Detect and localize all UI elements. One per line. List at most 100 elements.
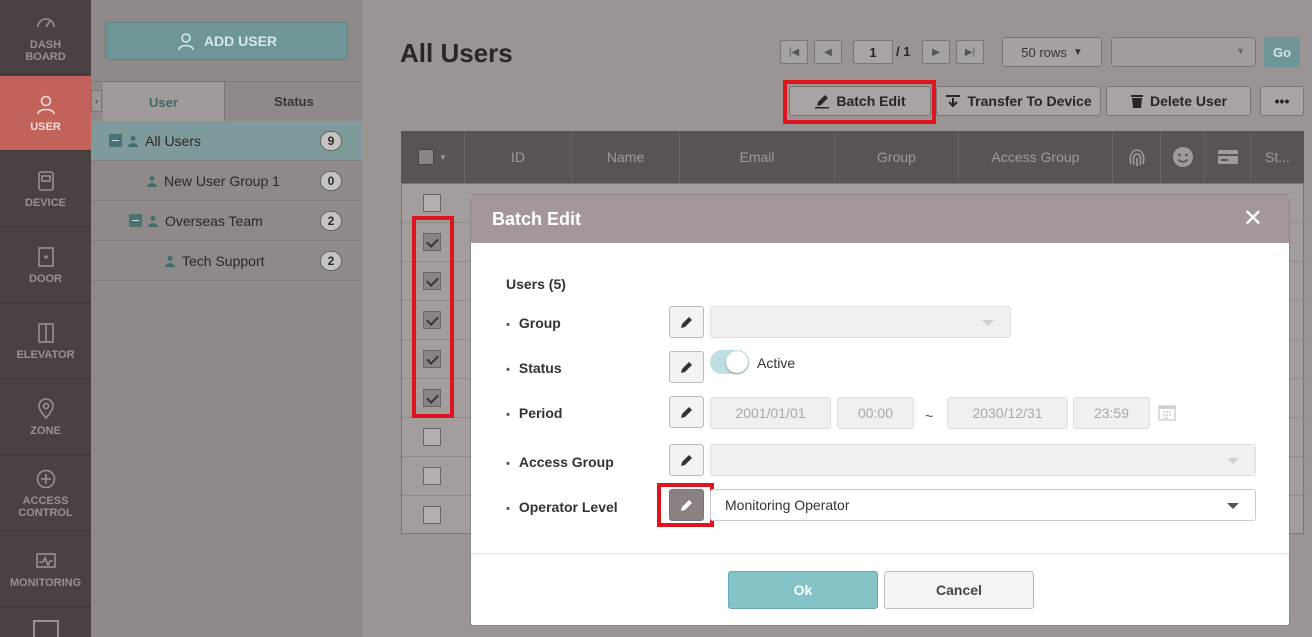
tab-user[interactable]: User xyxy=(103,82,225,122)
select-all-checkbox[interactable]: ▼ xyxy=(401,131,465,183)
ok-button[interactable]: Ok xyxy=(728,571,878,609)
user-icon xyxy=(35,94,57,116)
tab-status[interactable]: Status xyxy=(226,82,362,122)
period-start-time[interactable]: 00:00 xyxy=(837,397,914,429)
gauge-icon xyxy=(35,12,57,34)
group-item-overseas-team[interactable]: Overseas Team 2 xyxy=(91,201,362,241)
nav-door[interactable]: DOOR xyxy=(0,228,91,303)
nav-rail: DASH BOARD USER DEVICE DOOR ELEVATOR ZON… xyxy=(0,0,91,637)
nav-user[interactable]: USER xyxy=(0,76,91,151)
collapse-tree-icon[interactable] xyxy=(129,214,142,227)
panel-tabs: User Status xyxy=(91,81,362,122)
group-item-tech-support[interactable]: Tech Support 2 xyxy=(91,241,362,281)
nav-label: DEVICE xyxy=(25,196,66,209)
pencil-icon xyxy=(680,362,692,373)
fingerprint-icon[interactable] xyxy=(1113,131,1161,183)
page-number-input[interactable]: 1 xyxy=(853,40,893,64)
face-icon[interactable] xyxy=(1161,131,1205,183)
edit-period-button[interactable] xyxy=(669,396,704,428)
nav-label: ACCESS CONTROL xyxy=(18,494,73,519)
add-user-label: ADD USER xyxy=(203,33,278,49)
access-group-select[interactable] xyxy=(710,444,1256,476)
group-user-icon xyxy=(147,175,157,187)
more-actions-button[interactable]: ••• xyxy=(1260,86,1304,116)
group-item-new-user-group-1[interactable]: New User Group 1 0 xyxy=(91,161,362,201)
nav-dashboard[interactable]: DASH BOARD xyxy=(0,0,91,75)
pencil-icon xyxy=(680,317,692,328)
first-page-button[interactable]: |◀ xyxy=(780,40,808,64)
edit-group-button[interactable] xyxy=(669,306,704,338)
page-total: / 1 xyxy=(896,44,911,59)
last-page-button[interactable]: ▶| xyxy=(956,40,984,64)
nav-label: DOOR xyxy=(29,272,62,285)
row-checkbox[interactable] xyxy=(423,194,441,212)
nav-access-control[interactable]: ACCESS CONTROL xyxy=(0,456,91,531)
nav-elevator[interactable]: ELEVATOR xyxy=(0,304,91,379)
group-name: Overseas Team xyxy=(165,212,263,229)
group-count-badge: 2 xyxy=(320,250,342,271)
period-end-time[interactable]: 23:59 xyxy=(1073,397,1150,429)
row-checkbox[interactable] xyxy=(423,467,441,485)
column-header-access-group[interactable]: Access Group xyxy=(959,131,1113,183)
edit-access-group-button[interactable] xyxy=(669,444,704,476)
close-icon[interactable]: ✕ xyxy=(1243,207,1263,231)
field-label-operator-level: Operator Level xyxy=(506,499,618,515)
chevron-down-icon: ▼ xyxy=(439,152,447,162)
access-control-icon xyxy=(35,468,57,490)
rows-per-page-select[interactable]: 50 rows ▼ xyxy=(1002,37,1102,67)
nav-device[interactable]: DEVICE xyxy=(0,152,91,227)
status-toggle[interactable] xyxy=(710,350,749,374)
add-user-button[interactable]: ADD USER xyxy=(105,22,348,60)
column-header-status[interactable]: St... xyxy=(1251,131,1304,183)
group-count-badge: 9 xyxy=(320,130,342,151)
transfer-label: Transfer To Device xyxy=(967,93,1092,109)
field-label-status: Status xyxy=(506,360,562,376)
group-select[interactable] xyxy=(710,306,1011,338)
operator-level-value: Monitoring Operator xyxy=(725,497,850,513)
operator-level-select[interactable]: Monitoring Operator xyxy=(710,489,1256,521)
next-page-button[interactable]: ▶ xyxy=(922,40,950,64)
field-label-group: Group xyxy=(506,315,561,331)
cancel-button[interactable]: Cancel xyxy=(884,571,1034,609)
selected-users-count: Users (5) xyxy=(506,276,566,292)
chevron-down-icon xyxy=(1227,458,1239,464)
trash-icon xyxy=(1130,95,1143,108)
dialog-header: Batch Edit ✕ xyxy=(471,195,1289,243)
dialog-divider xyxy=(471,553,1289,554)
nav-monitoring[interactable]: MONITORING xyxy=(0,532,91,607)
period-end-date[interactable]: 2030/12/31 xyxy=(947,397,1068,429)
column-header-email[interactable]: Email xyxy=(680,131,835,183)
page-title: All Users xyxy=(400,38,513,68)
group-count-badge: 0 xyxy=(320,170,342,191)
group-user-icon xyxy=(128,135,138,147)
map-pin-icon xyxy=(35,397,57,420)
video-icon xyxy=(33,620,59,637)
download-icon xyxy=(946,95,961,108)
group-user-icon xyxy=(165,255,175,267)
period-start-date[interactable]: 2001/01/01 xyxy=(710,397,831,429)
batch-edit-highlight xyxy=(783,80,936,124)
group-item-all-users[interactable]: All Users 9 xyxy=(91,121,362,161)
chevron-down-icon xyxy=(982,320,994,326)
calendar-icon[interactable] xyxy=(1158,403,1176,426)
transfer-to-device-button[interactable]: Transfer To Device xyxy=(936,86,1101,116)
elevator-icon xyxy=(35,322,57,344)
nav-label: USER xyxy=(30,120,61,133)
nav-zone[interactable]: ZONE xyxy=(0,380,91,455)
row-checkbox[interactable] xyxy=(423,428,441,446)
delete-user-button[interactable]: Delete User xyxy=(1106,86,1251,116)
edit-status-button[interactable] xyxy=(669,351,704,383)
group-name: All Users xyxy=(145,132,202,149)
prev-page-button[interactable]: ◀ xyxy=(814,40,842,64)
delete-label: Delete User xyxy=(1149,93,1228,109)
collapse-tree-icon[interactable] xyxy=(109,134,122,147)
user-group-panel: ADD USER › User Status All Users 9 New U… xyxy=(91,0,362,637)
go-button[interactable]: Go xyxy=(1264,37,1300,67)
card-icon[interactable] xyxy=(1205,131,1251,183)
column-header-group[interactable]: Group xyxy=(835,131,959,183)
column-header-id[interactable]: ID xyxy=(465,131,572,183)
column-header-name[interactable]: Name xyxy=(572,131,680,183)
nav-label: ZONE xyxy=(30,424,61,437)
filter-select[interactable]: ▼ xyxy=(1111,37,1256,67)
row-checkbox[interactable] xyxy=(423,506,441,524)
